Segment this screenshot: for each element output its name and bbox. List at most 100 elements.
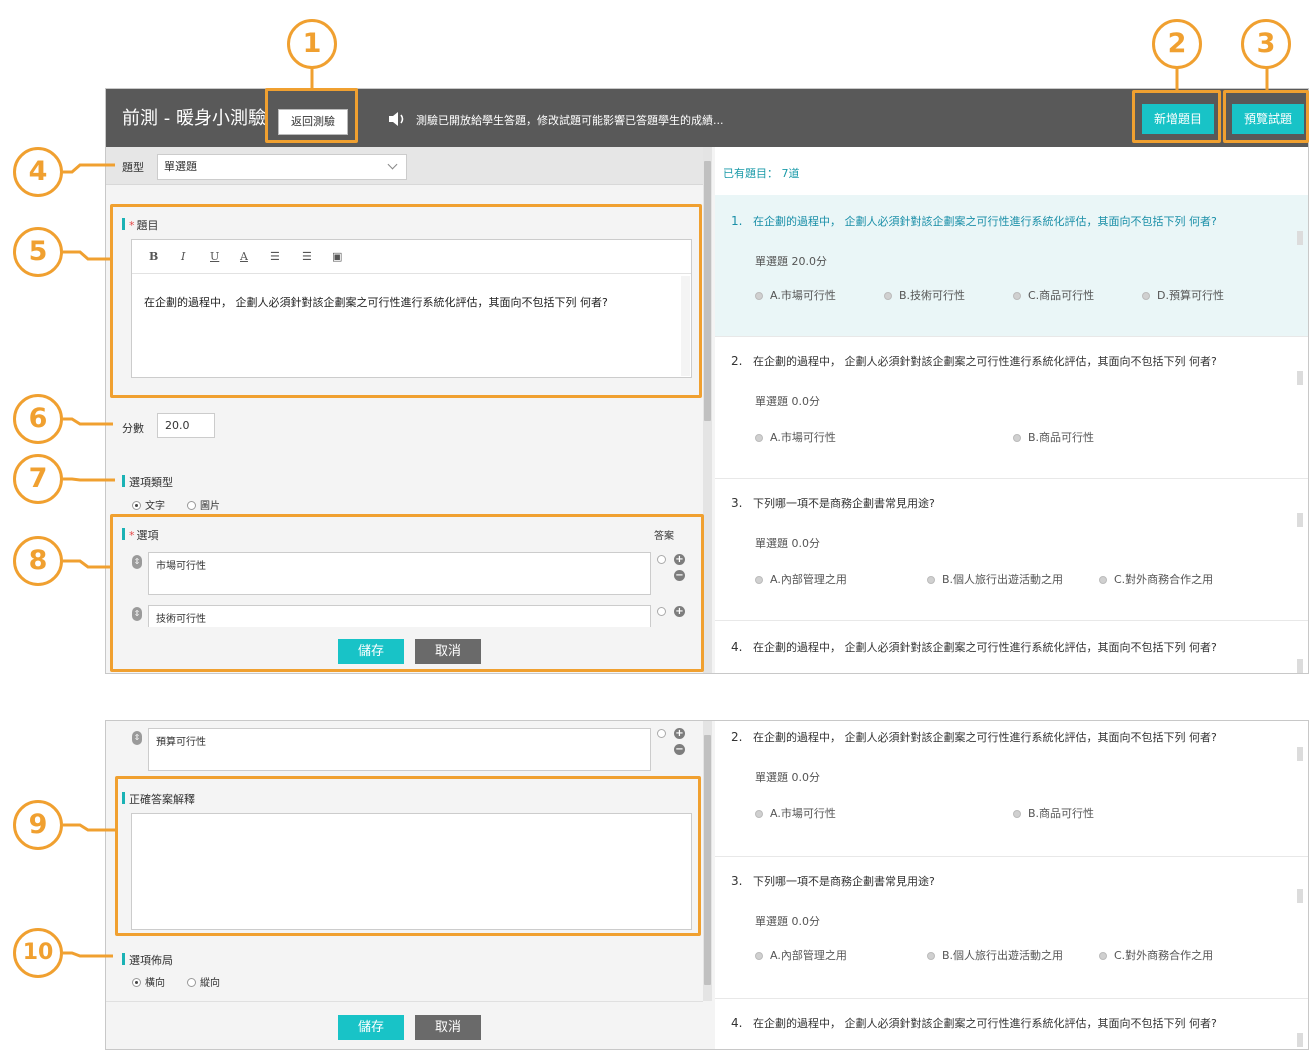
question-list: 已有題目： 7道 1. 在企劃的過程中， 企劃人必須針對該企劃案之可行性進行系統化… xyxy=(715,147,1308,673)
question-meta: 單選題 20.0分 xyxy=(755,255,827,268)
answer-radio[interactable] xyxy=(657,555,666,564)
editor-panel-scrollbar[interactable] xyxy=(703,721,712,1001)
question-rich-editor[interactable]: B I U A ☰ ☰ ▣ 在企劃的過程中， 企劃人必須針對該企劃案之可行性進行… xyxy=(131,239,692,378)
option-type-image-radio[interactable]: 圖片 xyxy=(187,497,220,512)
question-item[interactable]: 2. 在企劃的過程中， 企劃人必須針對該企劃案之可行性進行系統化評估，其面向不包括… xyxy=(715,721,1308,857)
question-title: 2. 在企劃的過程中， 企劃人必須針對該企劃案之可行性進行系統化評估，其面向不包括… xyxy=(731,354,1217,368)
question-title: 4. 在企劃的過程中， 企劃人必須針對該企劃案之可行性進行系統化評估，其面向不包括… xyxy=(731,640,1217,654)
question-title: 3. 下列哪一項不是商務企劃書常見用途? xyxy=(731,874,935,888)
font-color-button[interactable]: A xyxy=(240,250,248,263)
answer-radio[interactable] xyxy=(657,607,666,616)
question-item[interactable]: 3. 下列哪一項不是商務企劃書常見用途? 單選題 0.0分 A.內部管理之用 B.… xyxy=(715,857,1308,999)
chevron-down-icon xyxy=(387,159,398,170)
bold-button[interactable]: B xyxy=(149,250,158,263)
bullet-list-icon[interactable]: ☰ xyxy=(302,250,312,263)
scrollbar-thumb[interactable] xyxy=(704,161,711,421)
layout-horizontal-radio[interactable]: 橫向 xyxy=(132,974,165,989)
remove-option-icon[interactable]: − xyxy=(674,570,685,581)
editor-screenshot-top: 前測 - 暖身小測驗 返回測驗 測驗已開放給學生答題，修改試題可能影響已答題學生… xyxy=(105,88,1309,674)
question-option: A.市場可行性 xyxy=(755,429,836,445)
question-list-scrolled: 2. 在企劃的過程中， 企劃人必須針對該企劃案之可行性進行系統化評估，其面向不包括… xyxy=(715,721,1308,1049)
item-scroll-indicator xyxy=(1297,231,1303,245)
question-type-value: 單選題 xyxy=(164,160,197,173)
item-scroll-indicator xyxy=(1297,1033,1303,1047)
question-title: 3. 下列哪一項不是商務企劃書常見用途? xyxy=(731,496,935,510)
option-input[interactable]: 預算可行性 xyxy=(148,728,651,771)
question-item[interactable]: 2. 在企劃的過程中， 企劃人必須針對該企劃案之可行性進行系統化評估，其面向不包括… xyxy=(715,337,1308,479)
type-label: 題型 xyxy=(122,161,144,174)
underline-button[interactable]: U xyxy=(210,250,219,263)
callout-5: 5 xyxy=(13,227,63,277)
ordered-list-icon[interactable]: ☰ xyxy=(270,250,280,263)
callout-4: 4 xyxy=(13,147,63,197)
add-option-icon[interactable]: + xyxy=(674,554,685,565)
question-option: A.市場可行性 xyxy=(755,805,836,821)
drag-handle-icon[interactable]: ⇕ xyxy=(132,607,142,621)
answer-radio[interactable] xyxy=(657,729,666,738)
remove-option-icon[interactable]: − xyxy=(674,744,685,755)
question-option: B.個人旅行出遊活動之用 xyxy=(927,947,1063,963)
option-type-text-radio[interactable]: 文字 xyxy=(132,497,165,512)
question-item[interactable]: 4. 在企劃的過程中， 企劃人必須針對該企劃案之可行性進行系統化評估，其面向不包括… xyxy=(715,621,1308,673)
score-input[interactable]: 20.0 xyxy=(157,413,215,438)
question-type-row: 題型 單選題 xyxy=(106,147,703,185)
explanation-textarea[interactable] xyxy=(131,813,692,930)
item-scroll-indicator xyxy=(1297,747,1303,761)
question-meta: 單選題 0.0分 xyxy=(755,537,820,550)
save-button[interactable]: 儲存 xyxy=(338,639,404,664)
question-option: C.對外商務合作之用 xyxy=(1099,947,1213,963)
top-bar: 前測 - 暖身小測驗 返回測驗 測驗已開放給學生答題，修改試題可能影響已答題學生… xyxy=(106,89,1308,147)
preview-button[interactable]: 預覽試題 xyxy=(1232,104,1304,134)
editor-panel-scrollbar[interactable] xyxy=(703,147,712,673)
drag-handle-icon[interactable]: ⇕ xyxy=(132,555,142,569)
layout-vertical-radio[interactable]: 縱向 xyxy=(187,974,220,989)
item-scroll-indicator xyxy=(1297,659,1303,673)
add-question-button[interactable]: 新增題目 xyxy=(1142,104,1214,134)
add-option-icon[interactable]: + xyxy=(674,728,685,739)
callout-3: 3 xyxy=(1241,19,1291,69)
question-option: C.對外商務合作之用 xyxy=(1099,571,1213,587)
italic-button[interactable]: I xyxy=(181,250,185,263)
callout-10: 10 xyxy=(13,928,63,978)
callout-2: 2 xyxy=(1152,19,1202,69)
save-button[interactable]: 儲存 xyxy=(338,1015,404,1040)
back-to-quiz-button[interactable]: 返回測驗 xyxy=(278,109,348,135)
score-label: 分數 xyxy=(122,422,144,435)
editor-scrollbar[interactable] xyxy=(681,276,690,376)
speaker-icon xyxy=(389,112,404,126)
item-scroll-indicator xyxy=(1297,889,1303,903)
question-item[interactable]: 1. 在企劃的過程中， 企劃人必須針對該企劃案之可行性進行系統化評估，其面向不包括… xyxy=(715,195,1308,337)
question-item[interactable]: 4. 在企劃的過程中， 企劃人必須針對該企劃案之可行性進行系統化評估，其面向不包括… xyxy=(715,999,1308,1049)
scrollbar-thumb[interactable] xyxy=(704,735,711,985)
question-option: A.市場可行性 xyxy=(755,287,836,303)
question-option: A.內部管理之用 xyxy=(755,947,847,963)
question-option: B.商品可行性 xyxy=(1013,429,1094,445)
question-label: * 題目 xyxy=(122,217,159,233)
drag-handle-icon[interactable]: ⇕ xyxy=(132,731,142,745)
question-count: 已有題目： 7道 xyxy=(723,167,800,180)
editor-footer: 儲存 取消 xyxy=(106,627,703,673)
question-meta: 單選題 0.0分 xyxy=(755,771,820,784)
question-text[interactable]: 在企劃的過程中， 企劃人必須針對該企劃案之可行性進行系統化評估，其面向不包括下列… xyxy=(144,294,608,310)
question-option: D.預算可行性 xyxy=(1142,287,1224,303)
question-meta: 單選題 0.0分 xyxy=(755,915,820,928)
question-type-select[interactable]: 單選題 xyxy=(157,154,407,180)
image-icon[interactable]: ▣ xyxy=(332,250,342,263)
add-option-icon[interactable]: + xyxy=(674,606,685,617)
layout-label: 選項佈局 xyxy=(122,952,173,968)
question-title: 1. 在企劃的過程中， 企劃人必須針對該企劃案之可行性進行系統化評估，其面向不包括… xyxy=(731,214,1217,228)
question-option: A.內部管理之用 xyxy=(755,571,847,587)
editor-screenshot-bottom: ⇕ 預算可行性 + − 正確答案解釋 選項佈局 橫向 縱向 儲存 取消 2. 在企… xyxy=(105,720,1309,1050)
item-scroll-indicator xyxy=(1297,513,1303,527)
cancel-button[interactable]: 取消 xyxy=(415,1015,481,1040)
option-type-label: 選項類型 xyxy=(122,474,173,490)
question-editor-scrolled: ⇕ 預算可行性 + − 正確答案解釋 選項佈局 橫向 縱向 儲存 取消 xyxy=(106,721,703,1049)
explanation-label: 正確答案解釋 xyxy=(122,791,195,807)
question-item[interactable]: 3. 下列哪一項不是商務企劃書常見用途? 單選題 0.0分 A.內部管理之用 B.… xyxy=(715,479,1308,621)
callout-1: 1 xyxy=(287,19,337,69)
cancel-button[interactable]: 取消 xyxy=(415,639,481,664)
option-input[interactable]: 市場可行性 xyxy=(148,552,651,595)
callout-9: 9 xyxy=(13,800,63,850)
question-title: 2. 在企劃的過程中， 企劃人必須針對該企劃案之可行性進行系統化評估，其面向不包括… xyxy=(731,730,1217,744)
question-title: 4. 在企劃的過程中， 企劃人必須針對該企劃案之可行性進行系統化評估，其面向不包括… xyxy=(731,1016,1217,1030)
